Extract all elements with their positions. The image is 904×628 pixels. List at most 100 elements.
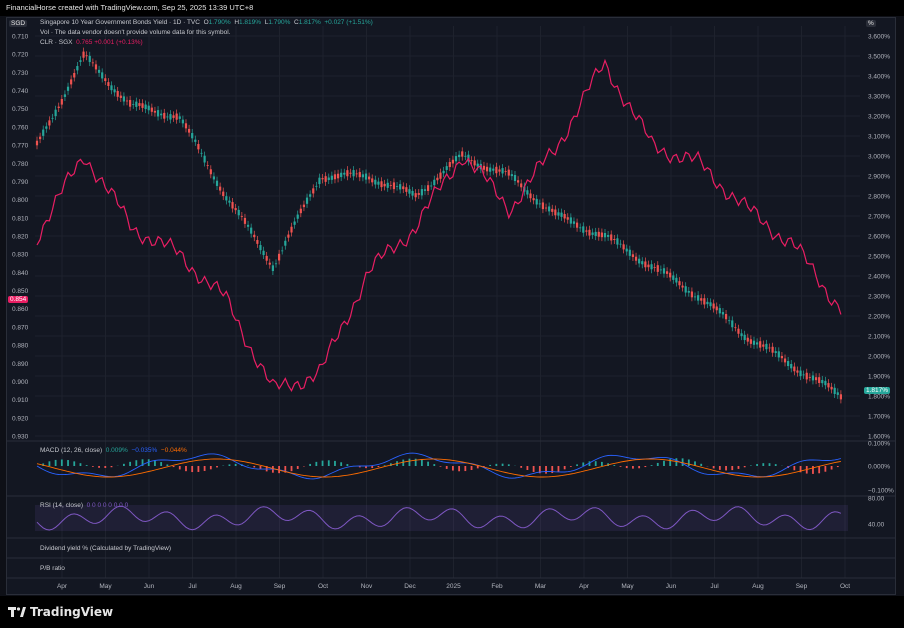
h-value: 1.819% [239,19,262,26]
candle-body [76,66,79,71]
macd-hist-bar [228,464,231,466]
right-tick-label: 3.000% [868,154,890,161]
candle-body [97,69,101,73]
macd-hist-bar [700,463,703,466]
candle-body [448,162,451,168]
x-tick-label: Apr [579,583,590,590]
candle-body [805,372,808,380]
candle-body [762,344,765,347]
rsi-legend[interactable]: RSI (14, close) 0 0 0 0 0 0 0 0 [40,502,128,510]
macd-signal-value: −0.044% [160,447,187,454]
candle-body [759,341,762,348]
candle-body [160,113,163,116]
candle-body [200,152,203,154]
candle-body [113,89,116,93]
left-tick-label: 0.750 [12,106,29,113]
macd-hist-bar [135,460,138,466]
candle-body [309,194,312,197]
macd-hist-bar [476,466,479,469]
candle-body [290,226,293,233]
dividend-legend[interactable]: Dividend yield % (Calculated by TradingV… [40,545,171,553]
candle-body [665,271,669,274]
candle-body [426,185,430,191]
clr-legend[interactable]: CLR · SGX 0.765 +0.001 (+0.13%) [40,39,143,47]
candle-body [278,253,281,261]
macd-hist-bar [731,466,734,471]
candle-body [215,180,219,186]
candle-body [70,79,73,85]
candle-body [625,248,628,252]
candle-body [336,173,340,179]
candle-body [622,244,625,250]
candle-body [501,168,504,174]
candle-body [709,302,712,307]
macd-hist-bar [79,463,82,466]
macd-hist-bar [663,460,665,466]
main-legend[interactable]: Singapore 10 Year Government Bonds Yield… [40,19,373,27]
candle-body [374,179,377,185]
pb-legend[interactable]: P/B ratio [40,565,65,573]
macd-hist-bar [768,463,771,466]
macd-hist-bar [712,466,715,469]
macd-hist-bar [166,464,169,466]
candle-body [225,196,228,201]
macd-legend[interactable]: MACD (12, 26, close) 0.009% −0.035% −0.0… [40,447,187,455]
candle-body [101,72,104,79]
left-tick-label: 0.890 [12,361,29,368]
right-unit[interactable]: % [866,20,876,27]
rsi-band [35,505,848,531]
candle-body [700,298,703,301]
candle-body [104,78,107,82]
candle-body [737,328,740,334]
clr-line-path [36,58,842,392]
tradingview-logo[interactable]: TradingView [8,605,113,619]
candle-body [355,173,358,175]
right-price-badge: 1.817% [864,387,891,394]
macd-hist-bar [725,466,727,471]
candle-body [389,184,392,186]
candle-body [721,312,725,315]
candle-body [616,238,619,245]
macd-hist-bar [532,466,535,472]
candle-body [246,224,250,227]
macd-hist-bar [650,465,653,466]
candle-body [802,374,805,376]
candle-body [302,204,306,208]
candle-body [610,234,613,241]
candle-body [240,216,243,217]
macd-hist-bar [594,461,597,466]
candle-body [489,167,492,172]
candle-body [765,343,768,350]
candle-body [752,340,756,345]
macd-hist-bar [470,466,473,470]
chart-canvas[interactable]: 0.710 0.720 0.730 0.740 0.750 0.760 0.770 0.780… [0,0,904,628]
candle-body [256,240,259,244]
candle-body [628,249,631,256]
candle-body [262,250,265,256]
candle-body [284,240,287,246]
rsi-tick-label: 80.00 [868,496,885,503]
candle-body [333,174,337,180]
candle-body [718,308,721,314]
candle-body [538,203,541,205]
macd-hist-bar [110,466,113,468]
macd-hist-bar [836,466,839,468]
left-tick-label: 0.880 [12,343,29,350]
macd-hist-bar [315,461,318,466]
left-currency[interactable]: SGD [9,20,28,27]
clr-line [36,58,842,392]
macd-hist-bar [185,466,187,472]
candle-body [386,182,389,188]
macd-hist-bar [545,466,547,474]
right-tick-label: 3.600% [868,34,890,41]
candle-body [42,129,45,136]
macd-hist-bar [830,466,833,470]
candle-body [473,160,476,166]
candle-body [436,177,439,181]
macd-hist-bar [582,462,585,466]
candle-body [206,165,209,166]
x-tick-label: May [99,583,112,590]
candle-body [268,262,271,265]
candle-body [187,128,191,133]
macd-hist-bar [54,459,57,466]
